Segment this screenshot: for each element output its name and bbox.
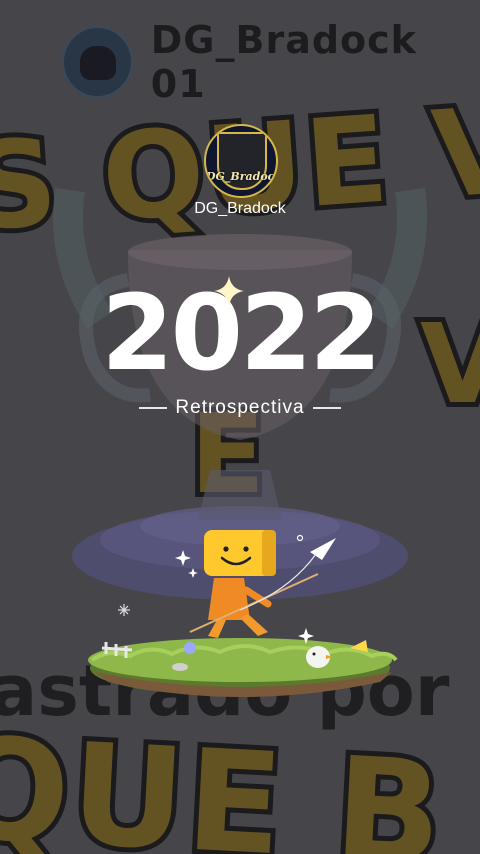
mascot-illustration — [88, 530, 398, 697]
